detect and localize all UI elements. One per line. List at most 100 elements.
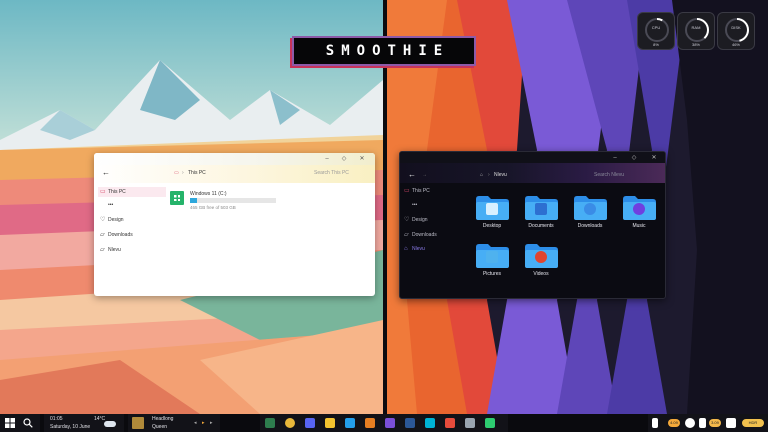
task-view-icon[interactable] bbox=[265, 418, 275, 428]
sidebar-item-label: Nlevu bbox=[412, 246, 425, 252]
folder-downloads[interactable]: Downloads bbox=[570, 192, 610, 232]
album-art-icon bbox=[132, 417, 144, 429]
tray-pill[interactable]: 3.09 bbox=[709, 419, 721, 427]
pictures-icon bbox=[486, 251, 498, 263]
clock-date: Saturday, 10 June bbox=[50, 424, 91, 430]
close-button[interactable]: ✕ bbox=[356, 155, 368, 163]
app-icon[interactable] bbox=[385, 418, 395, 428]
sidebar-item-design[interactable]: ♡ Design bbox=[98, 215, 166, 225]
photoshop-icon[interactable] bbox=[405, 418, 415, 428]
gauge-name: DISK bbox=[731, 25, 741, 30]
play-icon[interactable]: ▸ bbox=[202, 420, 205, 426]
start-search-group bbox=[0, 414, 40, 432]
chevron-right-icon: › bbox=[182, 170, 184, 176]
folder-label: Videos bbox=[533, 271, 549, 277]
volume-icon[interactable] bbox=[699, 418, 706, 428]
documents-icon bbox=[535, 203, 547, 215]
folder-documents[interactable]: Documents bbox=[521, 192, 561, 232]
tray-pill[interactable]: HDR bbox=[742, 419, 764, 427]
maximize-button[interactable]: ◇ bbox=[338, 155, 350, 163]
gauge-name: RAM bbox=[691, 25, 701, 30]
phone-icon[interactable] bbox=[652, 418, 658, 428]
address-bar bbox=[400, 163, 665, 183]
sidebar-item-label: Downloads bbox=[412, 232, 437, 238]
back-arrow-icon[interactable]: ← bbox=[408, 171, 416, 179]
wifi-icon[interactable] bbox=[685, 418, 695, 428]
drive-free-space: 465 GB free of 503 GB bbox=[190, 205, 236, 210]
tray-pill[interactable]: 4.09 bbox=[668, 419, 680, 427]
cpu-gauge: CPU 8% bbox=[637, 12, 675, 50]
heart-icon: ♡ bbox=[100, 217, 106, 223]
folder-icon: ▱ bbox=[404, 232, 409, 238]
drive-c[interactable]: Windows 11 (C:) 465 GB free of 503 GB bbox=[170, 191, 290, 211]
search-icon[interactable] bbox=[23, 418, 33, 428]
title-bar[interactable]: ‒ ◇ ✕ bbox=[400, 152, 665, 163]
back-arrow-icon[interactable]: ← bbox=[102, 169, 110, 177]
sidebar-item-more[interactable]: ••• bbox=[402, 200, 470, 210]
app-icon[interactable] bbox=[465, 418, 475, 428]
sidebar-item-more[interactable]: ••• bbox=[98, 200, 166, 210]
gauge-value: 38% bbox=[691, 42, 700, 47]
folder-icon: ▱ bbox=[100, 247, 105, 253]
sidebar-item-label: ••• bbox=[108, 202, 114, 208]
sidebar-item-this-pc[interactable]: ▭ This PC bbox=[98, 187, 166, 197]
folder-videos[interactable]: Videos bbox=[521, 240, 561, 280]
app-icon[interactable] bbox=[485, 418, 495, 428]
sidebar-item-label: Nlevu bbox=[108, 247, 121, 253]
sidebar-item-nlevu[interactable]: ▱ Nlevu bbox=[98, 245, 166, 255]
clock-time: 01:05 bbox=[50, 416, 63, 422]
title-bar[interactable]: ‒ ◇ ✕ bbox=[94, 153, 375, 165]
sidebar-item-label: ••• bbox=[412, 202, 418, 208]
chrome-icon[interactable] bbox=[285, 418, 295, 428]
download-icon bbox=[584, 203, 596, 215]
notification-icon[interactable] bbox=[726, 418, 736, 428]
previous-icon[interactable]: ◂ bbox=[194, 420, 197, 426]
ram-gauge: RAM 38% bbox=[677, 12, 715, 50]
app-icon[interactable] bbox=[425, 418, 435, 428]
sidebar-item-label: This PC bbox=[108, 189, 126, 195]
minimize-button[interactable]: ‒ bbox=[609, 154, 621, 162]
taskbar: 01:05 Saturday, 10 June 14°C Headlong Qu… bbox=[0, 414, 768, 432]
dark-explorer-window: ‒ ◇ ✕ ← → ⌂ › Nlevu Search Nlevu ▭ This … bbox=[399, 151, 666, 299]
breadcrumb[interactable]: This PC bbox=[188, 170, 206, 176]
folder-pictures[interactable]: Pictures bbox=[472, 240, 512, 280]
forward-arrow-icon[interactable]: → bbox=[422, 172, 427, 178]
folder-icon: ▱ bbox=[100, 232, 105, 238]
sidebar-item-nlevu[interactable]: ⌂ Nlevu bbox=[402, 244, 470, 254]
app-icon[interactable] bbox=[445, 418, 455, 428]
gauge-name: CPU bbox=[651, 25, 661, 30]
close-button[interactable]: ✕ bbox=[648, 154, 660, 162]
sidebar-item-downloads[interactable]: ▱ Downloads bbox=[402, 230, 470, 240]
telegram-icon[interactable] bbox=[345, 418, 355, 428]
smoothie-title-banner: SMOOTHIE bbox=[292, 36, 476, 66]
start-icon[interactable] bbox=[5, 418, 15, 428]
music-icon bbox=[633, 203, 645, 215]
minimize-button[interactable]: ‒ bbox=[321, 155, 333, 163]
folder-music[interactable]: Music bbox=[619, 192, 659, 232]
app-icon[interactable] bbox=[365, 418, 375, 428]
sidebar-item-design[interactable]: ♡ Design bbox=[402, 215, 470, 225]
folder-desktop[interactable]: Desktop bbox=[472, 192, 512, 232]
folder-label: Desktop bbox=[482, 223, 502, 229]
home-icon: ⌂ bbox=[480, 172, 484, 178]
system-tray: 4.09 3.09 HDR bbox=[648, 414, 768, 432]
sidebar-item-label: This PC bbox=[412, 188, 430, 194]
sidebar-item-label: Design bbox=[108, 217, 124, 223]
folder-label: Music bbox=[632, 223, 646, 229]
pinned-apps-bar bbox=[260, 414, 508, 432]
weather-temperature: 14°C bbox=[94, 416, 106, 422]
sidebar-item-this-pc[interactable]: ▭ This PC bbox=[402, 186, 470, 196]
next-icon[interactable]: ▸ bbox=[210, 420, 213, 426]
search-input[interactable]: Search Nlevu bbox=[594, 172, 624, 178]
sidebar-item-downloads[interactable]: ▱ Downloads bbox=[98, 230, 166, 240]
home-icon: ⌂ bbox=[404, 246, 408, 252]
file-explorer-icon[interactable] bbox=[325, 418, 335, 428]
monitor-icon: ▭ bbox=[174, 170, 179, 176]
chevron-right-icon: › bbox=[488, 172, 490, 178]
maximize-button[interactable]: ◇ bbox=[628, 154, 640, 162]
media-player-widget[interactable]: Headlong Queen ◂ ▸ ▸ bbox=[128, 414, 220, 432]
discord-icon[interactable] bbox=[305, 418, 315, 428]
breadcrumb[interactable]: Nlevu bbox=[494, 172, 507, 178]
search-input[interactable]: Search This PC bbox=[314, 170, 349, 176]
clock-weather-widget[interactable]: 01:05 Saturday, 10 June 14°C bbox=[44, 414, 124, 432]
